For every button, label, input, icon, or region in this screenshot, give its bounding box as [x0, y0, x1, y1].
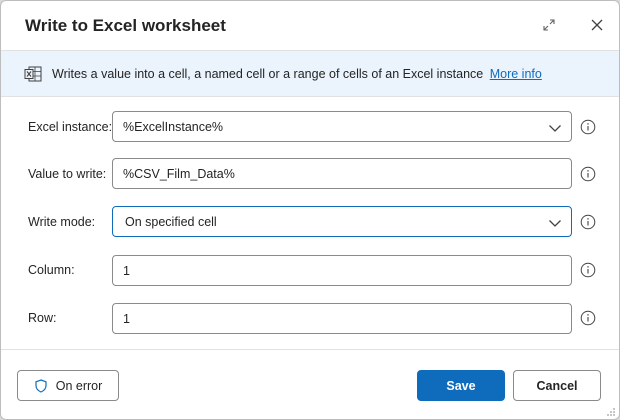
chevron-down-icon: [548, 216, 562, 228]
dialog-footer: On error Save Cancel: [1, 349, 619, 419]
cancel-button[interactable]: Cancel: [513, 370, 601, 401]
info-banner: Writes a value into a cell, a named cell…: [1, 50, 619, 97]
value-to-write-value: %CSV_Film_Data%: [123, 167, 235, 181]
excel-instance-label: Excel instance:: [28, 120, 113, 134]
on-error-button[interactable]: On error: [17, 370, 119, 401]
excel-instance-dropdown[interactable]: %ExcelInstance%: [112, 111, 572, 142]
write-mode-dropdown[interactable]: On specified cell: [112, 206, 572, 237]
expand-icon[interactable]: [541, 17, 557, 33]
info-icon[interactable]: [580, 262, 596, 278]
write-mode-label: Write mode:: [28, 215, 96, 229]
save-button[interactable]: Save: [417, 370, 505, 401]
row-input[interactable]: 1: [112, 303, 572, 334]
close-icon[interactable]: [589, 17, 605, 33]
info-icon[interactable]: [580, 119, 596, 135]
excel-instance-value: %ExcelInstance%: [123, 120, 224, 134]
info-icon[interactable]: [580, 214, 596, 230]
value-to-write-label: Value to write:: [28, 167, 107, 181]
info-icon[interactable]: [580, 310, 596, 326]
info-icon[interactable]: [580, 166, 596, 182]
column-value: 1: [123, 264, 130, 278]
row-label: Row:: [28, 311, 57, 325]
row-value: 1: [123, 312, 130, 326]
banner-description: Writes a value into a cell, a named cell…: [52, 67, 484, 81]
resize-grip-icon[interactable]: [604, 404, 616, 416]
chevron-down-icon: [548, 121, 562, 133]
write-to-excel-dialog: Write to Excel worksheet Writes a value …: [0, 0, 620, 420]
parameters-form: Excel instance: %ExcelInstance% Value to…: [1, 98, 619, 348]
more-info-link[interactable]: More info: [490, 67, 542, 81]
title-bar: Write to Excel worksheet: [1, 1, 619, 49]
shield-icon: [34, 378, 48, 393]
column-input[interactable]: 1: [112, 255, 572, 286]
value-to-write-input[interactable]: %CSV_Film_Data%: [112, 158, 572, 189]
banner-text: Writes a value into a cell, a named cell…: [52, 67, 542, 81]
excel-icon: [24, 66, 42, 82]
column-label: Column:: [28, 263, 75, 277]
on-error-label: On error: [55, 378, 103, 393]
dialog-title: Write to Excel worksheet: [25, 16, 226, 35]
write-mode-value: On specified cell: [125, 215, 217, 229]
